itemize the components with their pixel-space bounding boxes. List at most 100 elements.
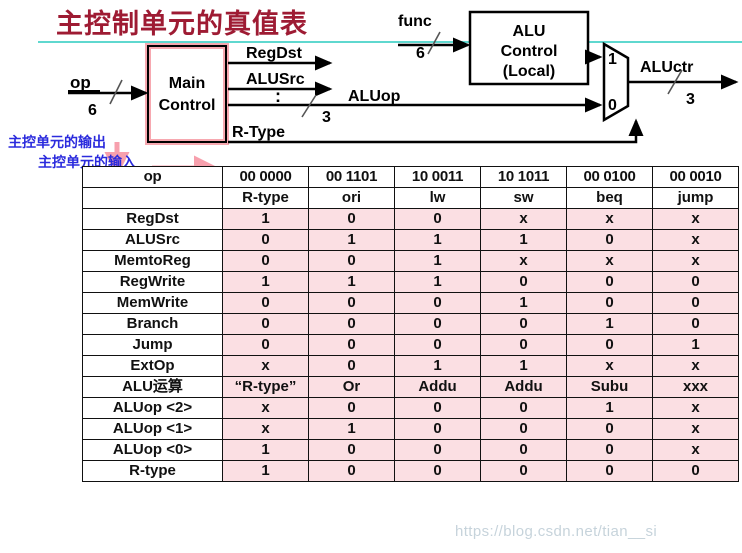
signal-name-cell: MemtoReg: [82, 250, 223, 272]
mux-input-1-label: 1: [608, 51, 617, 68]
opcode-header-cell: 10 1011: [480, 166, 567, 188]
signal-value-cell: 0: [308, 313, 395, 335]
alu-control-line3: (Local): [503, 63, 555, 80]
signal-value-cell: 1: [566, 313, 653, 335]
signal-value-cell: 0: [480, 439, 567, 461]
opcode-header-cell: 00 0010: [652, 166, 739, 188]
instruction-header-cell: jump: [652, 187, 739, 209]
signal-value-cell: x: [652, 250, 739, 272]
signal-value-cell: 1: [480, 292, 567, 314]
signal-value-cell: “R-type”: [222, 376, 309, 398]
aluop-label: ALUop: [348, 88, 401, 105]
instruction-header-cell: lw: [394, 187, 481, 209]
table-row: ALUop <1> x 1 0 0 0 x: [82, 418, 739, 440]
signal-name-cell: MemWrite: [82, 292, 223, 314]
signal-value-cell: 0: [308, 355, 395, 377]
signal-value-cell: 0: [308, 334, 395, 356]
signal-value-cell: 0: [652, 292, 739, 314]
opcode-header-cell: 00 0000: [222, 166, 309, 188]
instruction-header-cell: beq: [566, 187, 653, 209]
signal-value-cell: x: [222, 418, 309, 440]
func-label: func: [398, 13, 432, 30]
signal-value-cell: 0: [308, 397, 395, 419]
signal-value-cell: xxx: [652, 376, 739, 398]
signal-value-cell: 0: [394, 418, 481, 440]
watermark-text: https://blog.csdn.net/tian__si: [455, 523, 658, 540]
signal-value-cell: x: [652, 208, 739, 230]
instruction-header-cell: sw: [480, 187, 567, 209]
aluop-width-label: 3: [322, 109, 331, 126]
signal-value-cell: 1: [222, 271, 309, 293]
signal-name-cell: ExtOp: [82, 355, 223, 377]
signal-value-cell: Subu: [566, 376, 653, 398]
table-row: ALUSrc 0 1 1 1 0 x: [82, 229, 739, 251]
signal-value-cell: 0: [480, 397, 567, 419]
table-header-opcodes: op 00 0000 00 1101 10 0011 10 1011 00 0100 00 …: [82, 166, 739, 188]
main-control-label-line2: Control: [159, 97, 216, 114]
signal-value-cell: 0: [566, 229, 653, 251]
signal-value-cell: 1: [308, 229, 395, 251]
table-corner-blank-cell: [82, 187, 223, 209]
signal-value-cell: 1: [652, 334, 739, 356]
signal-name-cell: R-type: [82, 460, 223, 482]
aluctr-width-label: 3: [686, 91, 695, 108]
table-row: RegDst 1 0 0 x x x: [82, 208, 739, 230]
signal-value-cell: x: [566, 208, 653, 230]
signal-value-cell: x: [652, 418, 739, 440]
table-row: R-type 1 0 0 0 0 0: [82, 460, 739, 482]
mux-input-0-label: 0: [608, 97, 617, 114]
signal-name-cell: ALUop <0>: [82, 439, 223, 461]
signal-value-cell: x: [222, 397, 309, 419]
signal-value-cell: 0: [222, 250, 309, 272]
signal-name-cell: Branch: [82, 313, 223, 335]
signal-value-cell: 0: [222, 292, 309, 314]
signal-value-cell: 1: [308, 418, 395, 440]
instruction-header-cell: R-type: [222, 187, 309, 209]
signal-value-cell: 0: [394, 460, 481, 482]
signal-value-cell: 1: [480, 355, 567, 377]
signal-value-cell: 0: [480, 460, 567, 482]
signal-value-cell: 0: [652, 460, 739, 482]
signal-value-cell: 1: [308, 271, 395, 293]
table-row: MemWrite 0 0 0 1 0 0: [82, 292, 739, 314]
table-row: ALUop <0> 1 0 0 0 0 x: [82, 439, 739, 461]
signal-value-cell: 0: [222, 229, 309, 251]
op-width-label: 6: [88, 102, 97, 119]
signal-value-cell: 0: [394, 208, 481, 230]
rtype-label: R-Type: [232, 124, 285, 141]
signal-value-cell: 1: [394, 250, 481, 272]
signal-value-cell: 0: [308, 292, 395, 314]
aluctr-label: ALUctr: [640, 59, 693, 76]
signal-value-cell: x: [566, 250, 653, 272]
signal-value-cell: 0: [394, 292, 481, 314]
signal-value-cell: 0: [480, 313, 567, 335]
signal-value-cell: 0: [480, 418, 567, 440]
signal-value-cell: 0: [308, 250, 395, 272]
signal-value-cell: x: [480, 250, 567, 272]
signal-value-cell: 0: [394, 334, 481, 356]
signal-value-cell: 0: [566, 439, 653, 461]
annotation-main-control-output: 主控单元的输出: [8, 135, 106, 151]
main-control-label-line1: Main: [169, 75, 205, 92]
signal-value-cell: 0: [222, 334, 309, 356]
signal-value-cell: 0: [394, 439, 481, 461]
signal-name-cell: RegWrite: [82, 271, 223, 293]
signal-value-cell: 0: [652, 271, 739, 293]
main-control-box: [145, 43, 229, 145]
op-header-label: op: [82, 166, 223, 188]
signal-value-cell: 0: [566, 271, 653, 293]
signal-value-cell: 0: [308, 208, 395, 230]
signal-value-cell: 0: [480, 334, 567, 356]
control-signal-truth-table: op 00 0000 00 1101 10 0011 10 1011 00 0100 00 …: [82, 166, 739, 482]
signal-value-cell: 0: [566, 418, 653, 440]
table-row: RegWrite 1 1 1 0 0 0: [82, 271, 739, 293]
opcode-header-cell: 00 1101: [308, 166, 395, 188]
signal-value-cell: x: [652, 397, 739, 419]
signal-value-cell: x: [652, 229, 739, 251]
signal-name-cell: RegDst: [82, 208, 223, 230]
table-row: ExtOp x 0 1 1 x x: [82, 355, 739, 377]
signal-value-cell: 1: [222, 208, 309, 230]
signal-value-cell: 1: [394, 355, 481, 377]
signal-value-cell: 0: [652, 313, 739, 335]
table-row: MemtoReg 0 0 1 x x x: [82, 250, 739, 272]
